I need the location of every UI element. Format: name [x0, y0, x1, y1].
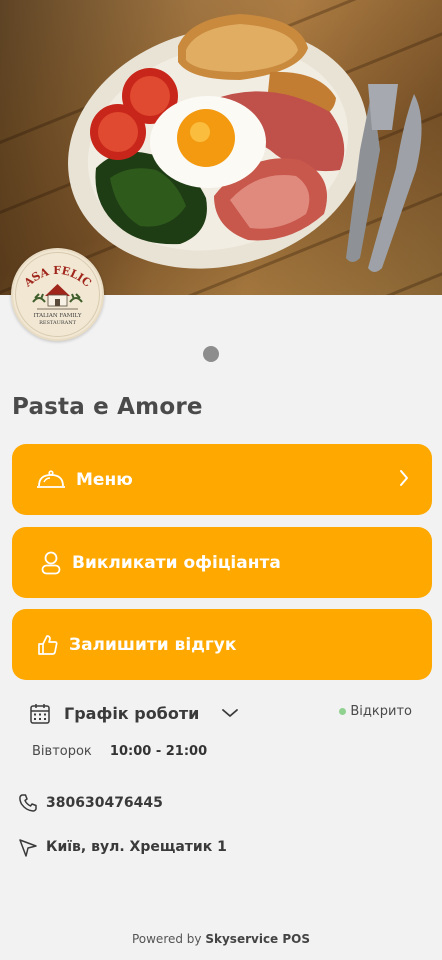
leave-feedback-button[interactable]: Залишити відгук: [12, 609, 432, 680]
status-dot: [339, 708, 347, 715]
person-icon: [41, 551, 61, 574]
hours-value: 10:00 - 21:00: [109, 744, 208, 759]
phone-contact[interactable]: 380630476445: [18, 793, 163, 813]
call-waiter-button[interactable]: Викликати офіціанта: [12, 527, 432, 598]
open-status-badge: Відкрито: [339, 704, 412, 719]
svg-text:ITALIAN FAMILY: ITALIAN FAMILY: [34, 313, 82, 319]
menu-button-label: Меню: [76, 469, 133, 490]
powered-by-footer: Powered by Skyservice POS: [0, 932, 442, 946]
phone-number: 380630476445: [46, 795, 163, 811]
restaurant-logo: CASA FELICE ITALIAN FAMILY RESTAURANT: [11, 248, 104, 341]
footer-prefix: Powered by: [131, 932, 202, 946]
menu-button[interactable]: Меню: [12, 444, 432, 515]
thumbs-up-icon: [38, 634, 58, 655]
weekday-label: Вівторок: [32, 744, 92, 759]
calendar-icon: [30, 703, 50, 724]
cloche-icon: [37, 469, 65, 488]
address-contact[interactable]: Київ, вул. Хрещатик 1: [18, 837, 227, 857]
working-hours-row: Вівторок 10:00 - 21:00: [32, 744, 207, 759]
chevron-down-icon: [222, 709, 239, 717]
phone-icon: [19, 794, 37, 812]
svg-text:RESTAURANT: RESTAURANT: [39, 320, 76, 326]
address-text: Київ, вул. Хрещатик 1: [46, 839, 227, 855]
schedule-toggle[interactable]: Графік роботи Відкрито: [30, 700, 412, 726]
carousel-indicator[interactable]: [203, 346, 219, 362]
location-arrow-icon: [19, 839, 37, 857]
schedule-label: Графік роботи: [64, 703, 200, 723]
footer-brand-link[interactable]: Skyservice POS: [205, 932, 310, 946]
call-waiter-label: Викликати офіціанта: [72, 552, 281, 573]
leave-feedback-label: Залишити відгук: [69, 634, 237, 655]
open-status-label: Відкрито: [350, 704, 412, 719]
restaurant-name: Pasta e Amore: [12, 394, 203, 420]
chevron-right-icon: [400, 470, 408, 486]
